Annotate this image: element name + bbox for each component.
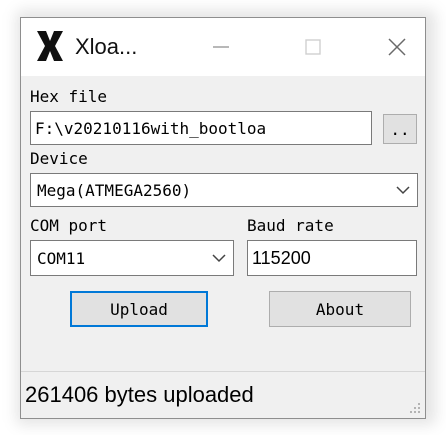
browse-button-label: ..: [390, 119, 410, 139]
screen: Xloa... Hex file F:\v20210116with_bootlo…: [0, 0, 446, 435]
chevron-down-icon: [212, 254, 226, 263]
title-bar[interactable]: Xloa...: [21, 18, 425, 76]
baud-rate-label: Baud rate: [247, 216, 334, 235]
close-icon: [388, 38, 406, 56]
browse-button[interactable]: ..: [383, 114, 417, 144]
maximize-icon: [305, 39, 321, 55]
about-button-label: About: [315, 299, 365, 319]
com-port-label: COM port: [30, 216, 108, 235]
hex-file-label: Hex file: [30, 87, 108, 106]
device-label: Device: [30, 149, 88, 168]
chevron-down-icon: [396, 186, 410, 195]
maximize-button[interactable]: [283, 18, 343, 76]
about-button[interactable]: About: [269, 291, 411, 327]
resize-grip-icon[interactable]: [407, 400, 421, 414]
minimize-icon: [213, 46, 229, 48]
device-select[interactable]: Mega(ATMEGA2560): [30, 173, 418, 207]
close-button[interactable]: [367, 18, 427, 76]
status-bar: 261406 bytes uploaded: [21, 371, 425, 418]
upload-button[interactable]: Upload: [70, 291, 208, 327]
com-port-selected-value: COM11: [37, 248, 86, 268]
com-port-select[interactable]: COM11: [30, 240, 234, 276]
minimize-button[interactable]: [191, 18, 251, 76]
xloader-window: Xloa... Hex file F:\v20210116with_bootlo…: [20, 17, 426, 419]
device-selected-value: Mega(ATMEGA2560): [37, 180, 192, 200]
xloader-x-icon: [37, 31, 63, 61]
status-text: 261406 bytes uploaded: [25, 382, 254, 407]
hex-file-input[interactable]: F:\v20210116with_bootloa: [30, 111, 372, 145]
hex-file-path: F:\v20210116with_bootloa: [35, 118, 267, 138]
upload-button-label: Upload: [110, 299, 168, 319]
baud-rate-value: 115200: [252, 247, 311, 268]
baud-rate-input[interactable]: 115200: [247, 240, 417, 276]
window-title: Xloa...: [75, 34, 138, 59]
